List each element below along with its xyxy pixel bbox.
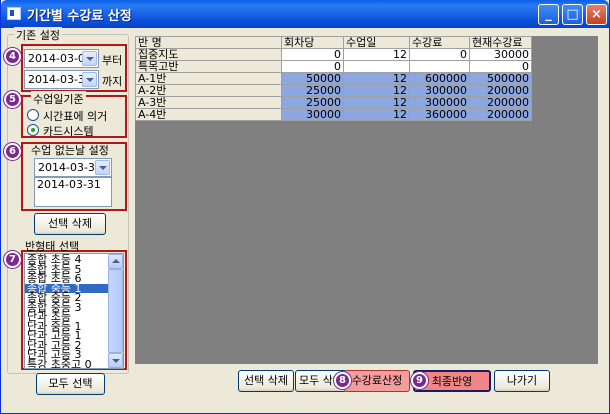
basis-option-timetable-label[interactable]: 시간표에 의거	[43, 108, 107, 124]
settings-group-title: 기존 설정	[14, 27, 62, 43]
class-types-group-title: 반형태 선택	[25, 240, 80, 253]
table-cell[interactable]: 200000	[469, 84, 532, 97]
basis-group-title: 수업일기준	[31, 91, 86, 107]
table-row[interactable]: A-3반 25000 12 300000 200000	[135, 96, 532, 109]
calculate-fee-button[interactable]: 수강료산정	[344, 370, 410, 392]
column-header[interactable]: 현재수강료	[469, 36, 532, 49]
app-icon	[7, 7, 21, 20]
step-badge-5: 5	[4, 91, 21, 108]
table-cell[interactable]: 600000	[409, 72, 470, 85]
column-header[interactable]: 수강료	[409, 36, 470, 49]
scroll-down-icon[interactable]	[108, 353, 123, 368]
fee-table: 반 명 회차당 수업일 수강료 현재수강료 집중지도 0 12 0 30000 특목고반 0 0 A-1반…	[135, 36, 532, 121]
close-button[interactable]: ×	[586, 4, 607, 25]
chevron-down-icon[interactable]	[95, 160, 110, 175]
table-cell[interactable]: 200000	[469, 96, 532, 109]
table-cell[interactable]: 12	[343, 84, 410, 97]
basis-option-card-radio[interactable]	[27, 124, 39, 136]
basis-option-card-label[interactable]: 카드시스템	[43, 123, 94, 139]
table-cell[interactable]: 12	[343, 72, 410, 85]
table-cell[interactable]: 0	[409, 48, 470, 61]
scroll-thumb[interactable]	[108, 269, 123, 353]
chevron-down-icon[interactable]	[82, 51, 97, 66]
table-cell[interactable]: 200000	[469, 108, 532, 121]
table-cell[interactable]	[409, 60, 470, 73]
table-cell[interactable]: 12	[343, 108, 410, 121]
no-class-list[interactable]: 2014-03-31	[34, 177, 112, 207]
table-row[interactable]: 집중지도 0 12 0 30000	[135, 48, 532, 61]
table-cell[interactable]	[343, 60, 410, 73]
table-cell[interactable]: 0	[469, 60, 532, 73]
table-cell[interactable]: A-4반	[135, 108, 282, 121]
table-cell[interactable]: 특목고반	[135, 60, 282, 73]
step-badge-7: 7	[4, 251, 21, 268]
table-cell[interactable]: 12	[343, 48, 410, 61]
table-cell[interactable]: A-1반	[135, 72, 282, 85]
step-badge-8: 8	[334, 372, 351, 389]
table-row[interactable]: A-1반 50000 12 600000 500000	[135, 72, 532, 85]
table-row[interactable]: A-2반 25000 12 300000 200000	[135, 84, 532, 97]
end-date-combo[interactable]: 2014-03-31	[24, 70, 99, 89]
main-window: 기간별 수강료 산정 _ □ × 기존 설정 2014-03-01 부터 201…	[0, 0, 610, 414]
step-badge-9: 9	[411, 372, 428, 389]
column-header[interactable]: 수업일	[343, 36, 410, 49]
table-cell[interactable]: 50000	[281, 72, 344, 85]
table-cell[interactable]: A-3반	[135, 96, 282, 109]
no-class-date-value: 2014-03-31	[38, 161, 102, 174]
table-cell[interactable]: 300000	[409, 96, 470, 109]
start-suffix: 부터	[102, 54, 123, 67]
end-suffix: 까지	[102, 75, 123, 88]
table-cell[interactable]: 30000	[281, 108, 344, 121]
delete-selected-button[interactable]: 선택 삭제	[238, 370, 294, 392]
table-cell[interactable]: 500000	[469, 72, 532, 85]
class-types-scrollbar[interactable]	[108, 254, 123, 368]
table-cell[interactable]: 25000	[281, 96, 344, 109]
exit-button[interactable]: 나가기	[494, 370, 550, 392]
table-cell[interactable]: 집중지도	[135, 48, 282, 61]
table-cell[interactable]: 12	[343, 96, 410, 109]
window-title: 기간별 수강료 산정	[27, 9, 132, 24]
minimize-button[interactable]: _	[538, 4, 559, 25]
title-bar[interactable]: 기간별 수강료 산정 _ □ ×	[1, 0, 609, 28]
select-all-button[interactable]: 모두 선택	[36, 373, 105, 395]
table-cell[interactable]: A-2반	[135, 84, 282, 97]
no-class-delete-button[interactable]: 선택 삭제	[34, 213, 106, 235]
no-class-group-title: 수업 없는날 설정	[31, 144, 109, 157]
step-badge-4: 4	[4, 48, 21, 65]
column-header[interactable]: 반 명	[135, 36, 282, 49]
table-row[interactable]: 특목고반 0 0	[135, 60, 532, 73]
fee-grid[interactable]: 반 명 회차당 수업일 수강료 현재수강료 집중지도 0 12 0 30000 특목고반 0 0 A-1반…	[135, 36, 598, 364]
no-class-date-combo[interactable]: 2014-03-31	[34, 158, 112, 177]
table-cell[interactable]: 300000	[409, 84, 470, 97]
class-types-list[interactable]: 종합 초등 4 종합 초등 5 종합 초등 6 종합 중등 1 종합 중등 2 종합 중등…	[24, 253, 124, 369]
table-cell[interactable]: 25000	[281, 84, 344, 97]
scroll-up-icon[interactable]	[108, 254, 123, 269]
start-date-combo[interactable]: 2014-03-01	[24, 49, 99, 68]
table-cell[interactable]: 360000	[409, 108, 470, 121]
step-badge-6: 6	[4, 143, 21, 160]
table-cell[interactable]: 0	[281, 60, 344, 73]
table-row[interactable]: A-4반 30000 12 360000 200000	[135, 108, 532, 121]
table-cell[interactable]: 0	[281, 48, 344, 61]
table-cell[interactable]: 30000	[469, 48, 532, 61]
maximize-button[interactable]: □	[562, 4, 583, 25]
list-item[interactable]: 2014-03-31	[35, 178, 111, 191]
list-item[interactable]: 특강 초중고 0	[25, 359, 109, 368]
chevron-down-icon[interactable]	[82, 72, 97, 87]
column-header[interactable]: 회차당	[281, 36, 344, 49]
basis-option-timetable-radio[interactable]	[27, 109, 39, 121]
